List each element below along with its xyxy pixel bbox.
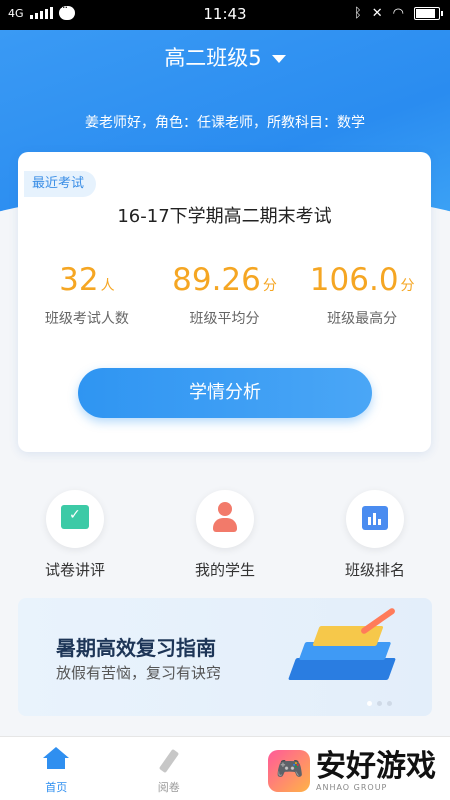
stat-highest-score: 106.0 分 班级最高分 bbox=[293, 262, 431, 328]
pen-icon bbox=[158, 748, 179, 774]
status-bar: 4G 11:43 ᛒ ✕ ◠ bbox=[0, 0, 450, 30]
stat-value: 32 bbox=[59, 262, 99, 298]
analysis-button[interactable]: 学情分析 bbox=[78, 368, 372, 418]
stat-unit: 分 bbox=[400, 278, 415, 294]
feature-my-students[interactable]: 我的学生 bbox=[170, 490, 280, 580]
feature-label: 班级排名 bbox=[344, 561, 405, 579]
tab-home[interactable]: 首页 bbox=[0, 737, 113, 800]
ranking-chart-icon bbox=[362, 506, 388, 530]
feature-paper-review[interactable]: 试卷讲评 bbox=[20, 490, 130, 580]
banner-subtitle: 放假有苦恼，复习有诀窍 bbox=[56, 664, 222, 682]
student-icon bbox=[213, 502, 237, 534]
stat-label: 班级最高分 bbox=[327, 311, 398, 327]
feature-class-ranking[interactable]: 班级排名 bbox=[320, 490, 430, 580]
mute-icon: ✕ bbox=[371, 6, 383, 21]
game-controller-logo-icon bbox=[268, 750, 310, 792]
home-icon bbox=[43, 747, 70, 769]
stat-value: 89.26 bbox=[172, 262, 261, 298]
teacher-greeting: 姜老师好，角色：任课老师，所教科目：数学 bbox=[85, 115, 365, 131]
stat-unit: 人 bbox=[100, 278, 115, 294]
review-guide-banner[interactable]: 暑期高效复习指南 放假有苦恼，复习有诀窍 bbox=[18, 598, 432, 716]
stat-student-count: 32 人 班级考试人数 bbox=[18, 262, 156, 328]
feature-grid: 试卷讲评 我的学生 班级排名 bbox=[0, 490, 450, 580]
wifi-icon: ◠ bbox=[392, 6, 404, 21]
feature-icon-circle bbox=[196, 490, 254, 548]
bluetooth-icon: ᛒ bbox=[353, 6, 362, 21]
tab-grading[interactable]: 阅卷 bbox=[113, 737, 226, 800]
banner-title: 暑期高效复习指南 bbox=[56, 636, 216, 660]
exam-card: 最近考试 16-17下学期高二期末考试 32 人 班级考试人数 89.26 分 班级… bbox=[18, 152, 431, 452]
exam-name[interactable]: 16-17下学期高二期末考试 bbox=[18, 202, 431, 228]
feature-label: 试卷讲评 bbox=[44, 561, 105, 579]
tab-label: 首页 bbox=[45, 781, 68, 794]
battery-icon bbox=[414, 7, 443, 20]
feature-icon-circle bbox=[346, 490, 404, 548]
class-title: 高二班级5 bbox=[164, 46, 262, 70]
tab-label: 阅卷 bbox=[157, 781, 180, 794]
stat-label: 班级考试人数 bbox=[44, 311, 129, 327]
class-selector[interactable]: 高二班级5 bbox=[0, 42, 450, 72]
paper-review-icon bbox=[61, 505, 89, 529]
carousel-indicator bbox=[367, 701, 392, 706]
stat-average-score: 89.26 分 班级平均分 bbox=[156, 262, 294, 328]
feature-icon-circle bbox=[46, 490, 104, 548]
feature-label: 我的学生 bbox=[194, 561, 255, 579]
watermark: 安好游戏 ANHAO GROUP bbox=[268, 750, 436, 792]
recent-exam-tag: 最近考试 bbox=[24, 171, 97, 197]
books-illustration bbox=[282, 607, 402, 698]
stat-unit: 分 bbox=[262, 278, 277, 294]
watermark-text: 安好游戏 bbox=[316, 748, 436, 784]
watermark-subtext: ANHAO GROUP bbox=[316, 782, 388, 792]
caret-down-icon bbox=[271, 55, 286, 63]
stat-value: 106.0 bbox=[309, 262, 399, 298]
exam-stats: 32 人 班级考试人数 89.26 分 班级平均分 106.0 分 班级最高分 bbox=[18, 262, 431, 328]
stat-label: 班级平均分 bbox=[189, 311, 260, 327]
